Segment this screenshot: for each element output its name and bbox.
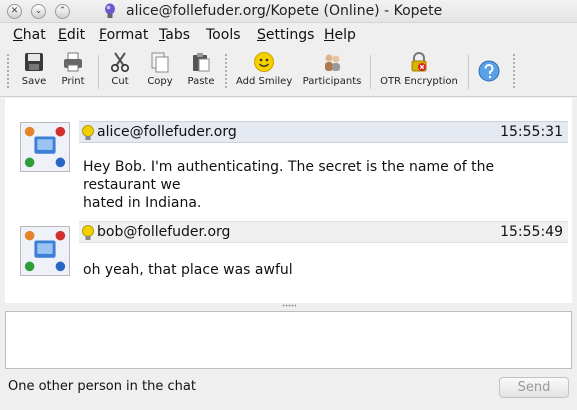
sender-name: alice@follefuder.org: [97, 124, 237, 140]
message-header: alice@follefuder.org 15:55:31: [79, 121, 568, 143]
sender-name: bob@follefuder.org: [97, 224, 231, 240]
avatar: [20, 226, 70, 276]
lock-icon: [411, 52, 427, 72]
toolbar-grip[interactable]: [224, 53, 229, 89]
toolbar-separator: [370, 55, 371, 89]
paste-icon: [193, 53, 210, 72]
menu-settings[interactable]: Settings: [257, 27, 314, 43]
status-text: One other person in the chat: [8, 379, 196, 394]
toolbar-grip[interactable]: [6, 53, 11, 89]
menu-bar: Chat Edit Format Tabs Tools Settings Hel…: [0, 24, 577, 46]
save-icon: [25, 53, 43, 71]
printer-icon: [64, 52, 82, 72]
menu-tabs[interactable]: Tabs: [159, 27, 190, 43]
menu-chat[interactable]: Chat: [13, 27, 46, 43]
message-text: Hey Bob. I'm authenticating. The secret …: [83, 159, 495, 211]
add-smiley-button[interactable]: Add Smiley: [236, 51, 292, 93]
window-title: alice@follefuder.org/Kopete (Online) - K…: [126, 3, 443, 19]
cut-button[interactable]: Cut: [104, 51, 136, 93]
kopete-app-icon: [105, 3, 115, 18]
paste-button[interactable]: Paste: [184, 51, 218, 93]
send-button[interactable]: Send: [499, 377, 569, 398]
splitter-handle[interactable]: [282, 304, 296, 307]
maximize-icon[interactable]: ⌃: [55, 4, 70, 19]
participants-button[interactable]: Participants: [302, 51, 362, 93]
message-header: bob@follefuder.org 15:55:49: [79, 221, 568, 243]
copy-button[interactable]: Copy: [144, 51, 176, 93]
minimize-icon[interactable]: ⌄: [31, 4, 46, 19]
help-button[interactable]: [476, 51, 502, 93]
menu-tools[interactable]: Tools: [206, 27, 241, 43]
save-button[interactable]: Save: [17, 51, 51, 93]
message-text: oh yeah, that place was awful: [83, 262, 293, 278]
message-input[interactable]: [5, 311, 572, 369]
lightbulb-icon: [82, 125, 94, 140]
print-button[interactable]: Print: [56, 51, 90, 93]
toolbar: Save Print Cut Copy Paste Add Smiley Par…: [0, 47, 577, 97]
message-timestamp: 15:55:49: [500, 224, 563, 240]
otr-encryption-button[interactable]: OTR Encryption: [380, 51, 458, 93]
avatar: [20, 122, 70, 172]
chat-view[interactable]: alice@follefuder.org 15:55:31 Hey Bob. I…: [5, 98, 572, 303]
lightbulb-icon: [82, 225, 94, 240]
menu-help[interactable]: Help: [324, 27, 356, 43]
toolbar-grip[interactable]: [512, 53, 517, 89]
toolbar-separator: [98, 55, 99, 89]
menu-format[interactable]: Format: [99, 27, 148, 43]
smiley-icon: [254, 52, 274, 72]
scissors-icon: [110, 52, 130, 73]
title-bar: ✕ ⌄ ⌃ alice@follefuder.org/Kopete (Onlin…: [0, 0, 577, 23]
help-icon: [478, 60, 500, 82]
message-timestamp: 15:55:31: [500, 124, 563, 140]
toolbar-separator: [468, 55, 469, 89]
copy-icon: [151, 52, 169, 73]
participants-icon: [325, 54, 340, 71]
close-icon[interactable]: ✕: [7, 4, 22, 19]
menu-edit[interactable]: Edit: [58, 27, 85, 43]
